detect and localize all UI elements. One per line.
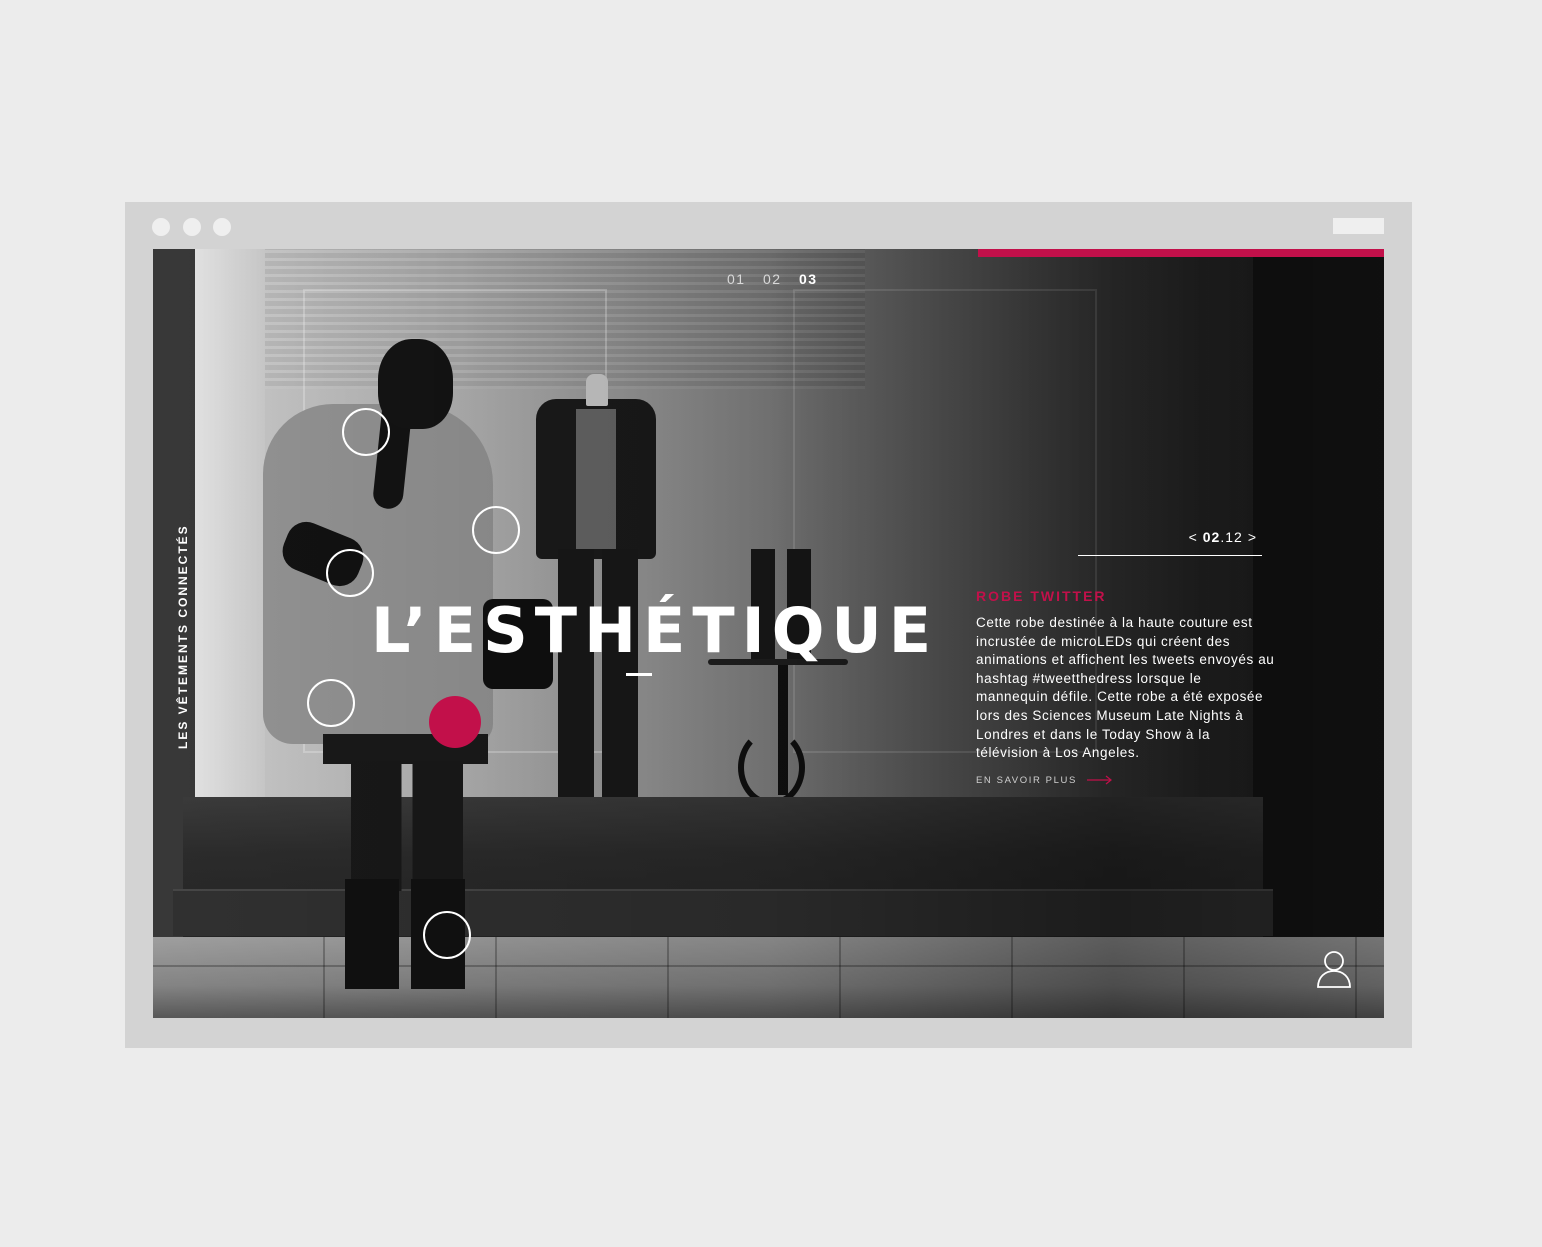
hotspot-glove[interactable] [326,549,374,597]
pager-item-02[interactable]: 02 [763,271,782,287]
hotspot-sleeve[interactable] [472,506,520,554]
window-minimize-dot[interactable] [183,218,201,236]
pager-item-01[interactable]: 01 [727,271,746,287]
counter-total: 12 [1225,529,1243,545]
arrow-right-icon [1086,775,1112,785]
window-maximize-dot[interactable] [213,218,231,236]
info-title: ROBE TWITTER [976,588,1107,604]
learn-more-label: EN SAVOIR PLUS [976,774,1077,786]
hotspot-shoulder[interactable] [342,408,390,456]
counter-next-button[interactable]: > [1248,529,1257,545]
item-counter: <02.12 > [1078,529,1262,556]
user-icon[interactable] [1316,949,1352,989]
info-panel: ROBE TWITTER Cette robe destinée à la ha… [976,588,1276,786]
accent-bar [978,249,1384,257]
hotspot-hem[interactable] [307,679,355,727]
browser-window: 01 02 03 LES VÊTEMENTS CONNECTÉS L’ESTHÉ… [125,202,1412,1048]
counter-prev-button[interactable]: < [1189,529,1198,545]
title-underline [626,673,652,676]
window-close-dot[interactable] [152,218,170,236]
address-bar[interactable] [1333,218,1384,234]
hero-title: L’ESTHÉTIQUE [371,594,939,667]
info-body: Cette robe destinée à la haute couture e… [976,615,1275,761]
slide-pager: 01 02 03 [727,271,830,287]
side-label: LES VÊTEMENTS CONNECTÉS [176,524,190,749]
hotspot-boots[interactable] [423,911,471,959]
hotspot-active[interactable] [429,696,481,748]
counter-current: 02 [1202,529,1221,545]
learn-more-link[interactable]: EN SAVOIR PLUS [976,775,1276,786]
pager-item-03[interactable]: 03 [799,271,818,287]
page-viewport: 01 02 03 LES VÊTEMENTS CONNECTÉS L’ESTHÉ… [153,249,1384,1018]
